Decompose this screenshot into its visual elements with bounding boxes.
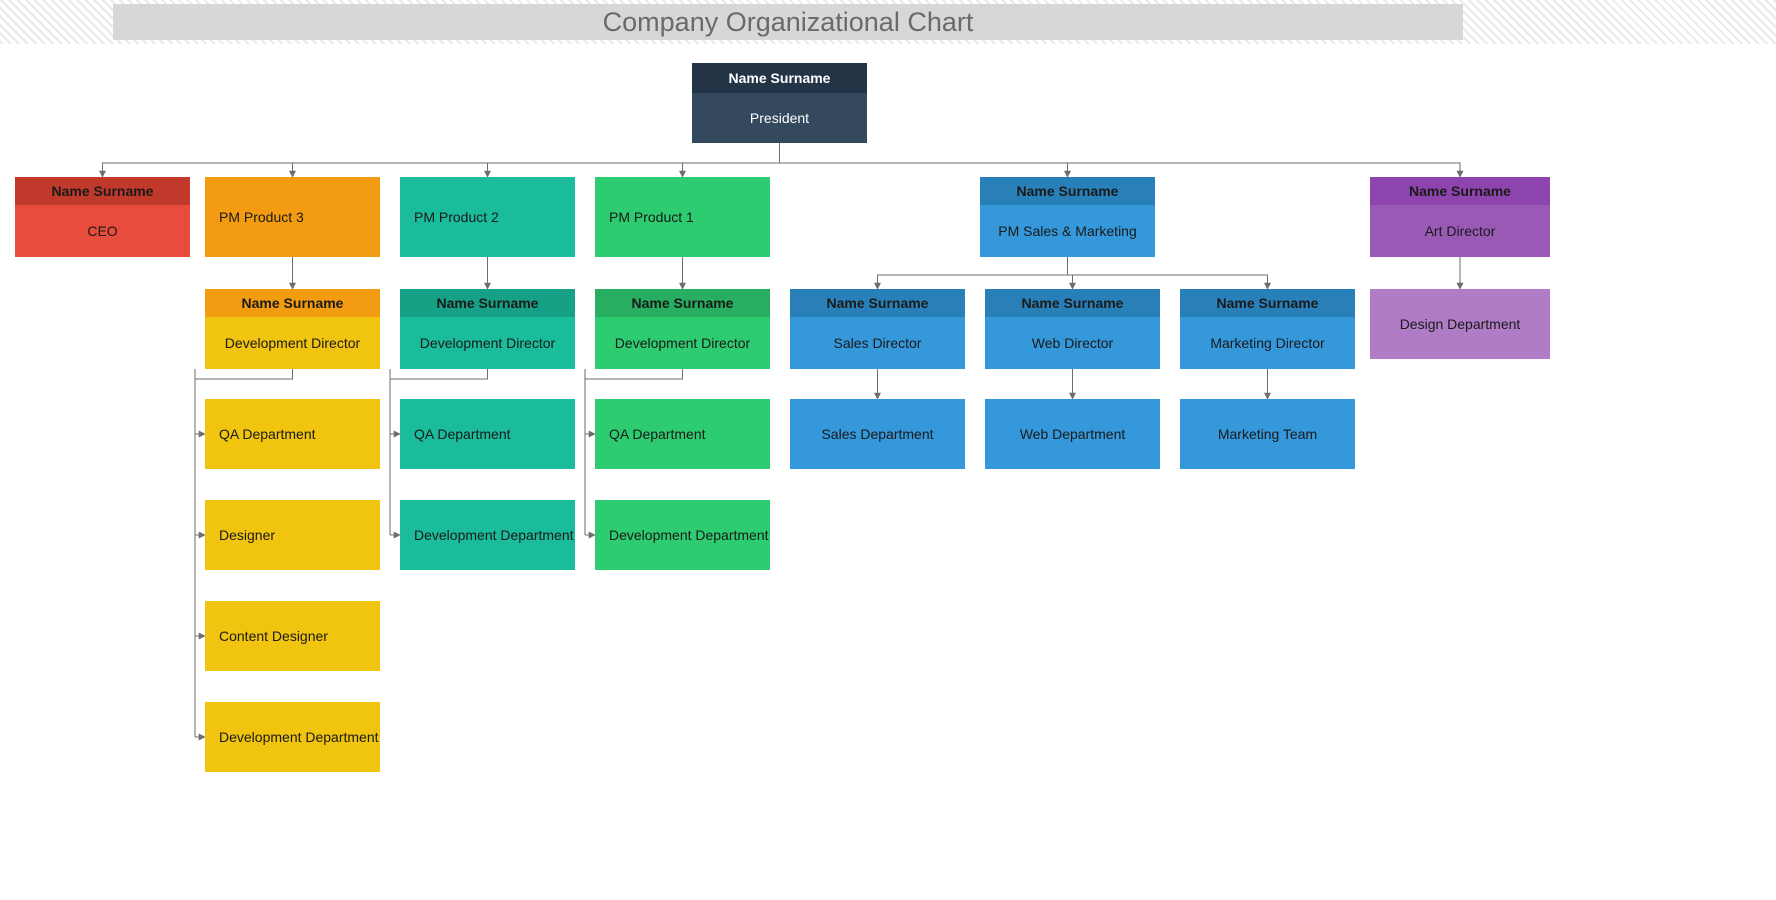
org-node-devd1[interactable]: Development Department	[595, 500, 770, 570]
node-role: Content Designer	[219, 628, 328, 644]
node-role: QA Department	[414, 426, 511, 442]
node-role: Designer	[219, 527, 275, 543]
org-node-sm[interactable]: Name SurnamePM Sales & Marketing	[980, 177, 1155, 257]
node-role: PM Product 1	[609, 209, 694, 225]
node-role: PM Sales & Marketing	[980, 205, 1155, 257]
node-name: Name Surname	[985, 289, 1160, 317]
node-role: Development Department	[414, 527, 574, 543]
node-role: QA Department	[609, 426, 706, 442]
org-node-pm1[interactable]: PM Product 1	[595, 177, 770, 257]
org-node-dd3[interactable]: Name SurnameDevelopment Director	[205, 289, 380, 369]
node-name: Name Surname	[205, 289, 380, 317]
node-name: Name Surname	[692, 63, 867, 93]
node-role: Sales Department	[821, 426, 933, 442]
org-node-sales[interactable]: Name SurnameSales Director	[790, 289, 965, 369]
node-role: Marketing Director	[1180, 317, 1355, 369]
node-name: Name Surname	[790, 289, 965, 317]
org-node-art[interactable]: Name SurnameArt Director	[1370, 177, 1550, 257]
org-node-web[interactable]: Name SurnameWeb Director	[985, 289, 1160, 369]
node-role: Marketing Team	[1218, 426, 1317, 442]
node-role: Development Director	[400, 317, 575, 369]
org-node-devd3[interactable]: Development Department	[205, 702, 380, 772]
node-role: Development Director	[205, 317, 380, 369]
org-node-devd2[interactable]: Development Department	[400, 500, 575, 570]
node-name: Name Surname	[595, 289, 770, 317]
node-role: PM Product 2	[414, 209, 499, 225]
node-role: Sales Director	[790, 317, 965, 369]
org-node-dd1[interactable]: Name SurnameDevelopment Director	[595, 289, 770, 369]
node-role: President	[692, 93, 867, 143]
node-role: Art Director	[1370, 205, 1550, 257]
node-role: PM Product 3	[219, 209, 304, 225]
org-node-pm2[interactable]: PM Product 2	[400, 177, 575, 257]
page-stage: Company Organizational Chart Name Surnam…	[0, 0, 1776, 900]
node-role: CEO	[15, 205, 190, 257]
org-node-qa1[interactable]: QA Department	[595, 399, 770, 469]
org-node-cdes3[interactable]: Content Designer	[205, 601, 380, 671]
org-node-salesd[interactable]: Sales Department	[790, 399, 965, 469]
org-node-ceo[interactable]: Name SurnameCEO	[15, 177, 190, 257]
org-node-qa3[interactable]: QA Department	[205, 399, 380, 469]
org-node-qa2[interactable]: QA Department	[400, 399, 575, 469]
node-role: Development Director	[595, 317, 770, 369]
node-name: Name Surname	[15, 177, 190, 205]
node-name: Name Surname	[980, 177, 1155, 205]
org-node-pm3[interactable]: PM Product 3	[205, 177, 380, 257]
org-node-webd[interactable]: Web Department	[985, 399, 1160, 469]
org-node-design[interactable]: Design Department	[1370, 289, 1550, 359]
page-title-text: Company Organizational Chart	[603, 7, 974, 38]
node-role: QA Department	[219, 426, 316, 442]
org-node-pres[interactable]: Name SurnamePresident	[692, 63, 867, 143]
node-role: Web Director	[985, 317, 1160, 369]
node-role: Development Department	[609, 527, 769, 543]
org-node-mktt[interactable]: Marketing Team	[1180, 399, 1355, 469]
org-node-dd2[interactable]: Name SurnameDevelopment Director	[400, 289, 575, 369]
node-name: Name Surname	[1180, 289, 1355, 317]
node-role: Web Department	[1020, 426, 1126, 442]
org-node-mkt[interactable]: Name SurnameMarketing Director	[1180, 289, 1355, 369]
node-role: Development Department	[219, 729, 379, 745]
node-name: Name Surname	[400, 289, 575, 317]
org-node-des3[interactable]: Designer	[205, 500, 380, 570]
node-role: Design Department	[1400, 316, 1521, 332]
page-title: Company Organizational Chart	[113, 4, 1463, 40]
node-name: Name Surname	[1370, 177, 1550, 205]
